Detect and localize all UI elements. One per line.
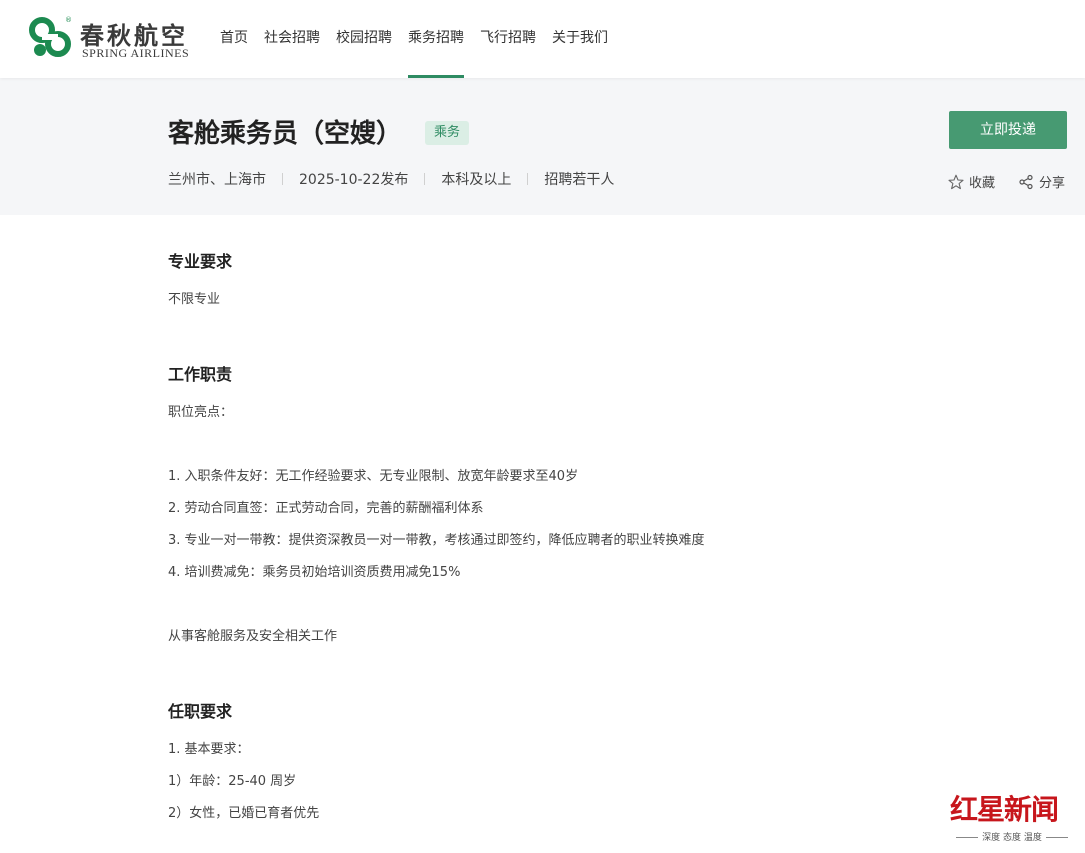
job-category-tag: 乘务 <box>425 121 470 145</box>
favorite-button[interactable]: 收藏 <box>948 172 995 191</box>
nav-item-about-us[interactable]: 关于我们 <box>552 0 608 78</box>
nav-item-cabin-crew-recruit[interactable]: 乘务招聘 <box>408 0 464 78</box>
favorite-label: 收藏 <box>969 176 996 191</box>
requirement-line: 1）年龄：25-40 周岁 <box>168 774 297 789</box>
section-title-duties: 工作职责 <box>168 365 233 384</box>
watermark-title: 红星新闻 <box>950 793 1059 826</box>
job-title: 客舱乘务员（空嫂） <box>168 119 403 149</box>
job-header-banner: 客舱乘务员（空嫂） 乘务 兰州市、上海市 2025-10-22发布 本科及以上 … <box>0 78 1085 215</box>
apply-button[interactable]: 立即投递 <box>949 111 1067 149</box>
requirement-line: 2）女性，已婚已育者优先 <box>168 806 320 821</box>
duty-line: 从事客舱服务及安全相关工作 <box>168 629 338 644</box>
spring-airlines-logo[interactable]: ® 春秋航空 SPRING AIRLINES <box>28 16 198 62</box>
job-headcount: 招聘若干人 <box>544 172 615 188</box>
registered-mark: ® <box>65 16 72 24</box>
job-education: 本科及以上 <box>441 172 512 188</box>
requirement-line: 1. 基本要求： <box>168 742 250 757</box>
section-title-requirements: 任职要求 <box>168 702 233 721</box>
share-label: 分享 <box>1039 176 1066 191</box>
duty-line: 3. 专业一对一带教：提供资深教员一对一带教，考核通过即签约，降低应聘者的职业转… <box>168 533 705 548</box>
share-icon <box>1019 174 1033 189</box>
duty-line: 1. 入职条件友好：无工作经验要求、无专业限制、放宽年龄要求至40岁 <box>168 469 579 484</box>
duty-line: 2. 劳动合同直签：正式劳动合同，完善的薪酬福利体系 <box>168 501 484 516</box>
nav-item-pilot-recruit[interactable]: 飞行招聘 <box>480 0 536 78</box>
main-nav: 首页 社会招聘 校园招聘 乘务招聘 飞行招聘 关于我们 <box>220 0 624 78</box>
top-header: ® 春秋航空 SPRING AIRLINES 首页 社会招聘 校园招聘 乘务招聘… <box>0 0 1085 78</box>
nav-item-social-recruit[interactable]: 社会招聘 <box>264 0 320 78</box>
red-star-news-watermark: 红星新闻 深度 态度 温度 <box>948 788 1078 844</box>
duty-line: 职位亮点： <box>168 405 234 420</box>
watermark-slogan: 深度 态度 温度 <box>948 830 1076 843</box>
section-title-major: 专业要求 <box>168 252 233 271</box>
star-outline-icon <box>948 174 964 189</box>
nav-item-home[interactable]: 首页 <box>220 0 248 78</box>
nav-item-campus-recruit[interactable]: 校园招聘 <box>336 0 392 78</box>
major-line: 不限专业 <box>168 292 221 307</box>
share-button[interactable]: 分享 <box>1018 172 1065 191</box>
duty-line: 4. 培训费减免：乘务员初始培训资质费用减免15% <box>168 565 461 580</box>
job-location: 兰州市、上海市 <box>168 172 266 188</box>
job-publish-date: 2025-10-22发布 <box>299 172 409 188</box>
brand-name-en: SPRING AIRLINES <box>82 46 190 60</box>
job-meta: 兰州市、上海市 2025-10-22发布 本科及以上 招聘若干人 <box>168 169 630 189</box>
